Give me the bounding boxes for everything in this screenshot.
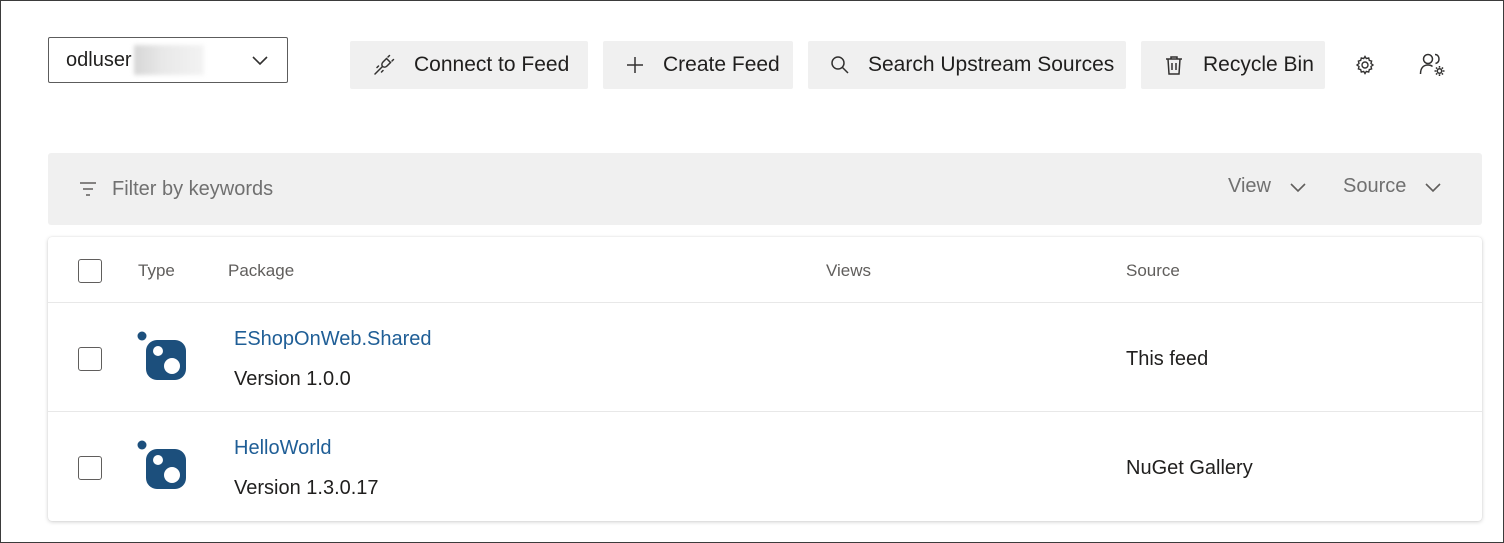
search-upstream-sources-button[interactable]: Search Upstream Sources xyxy=(808,41,1126,89)
column-header-package: Package xyxy=(228,261,295,280)
package-source: NuGet Gallery xyxy=(1126,457,1253,479)
column-header-source: Source xyxy=(1126,261,1180,280)
view-filter-dropdown[interactable]: View xyxy=(1228,175,1307,198)
filter-keywords-input[interactable] xyxy=(112,173,612,205)
package-version: Version 1.0.0 xyxy=(234,368,351,390)
recycle-bin-button[interactable]: Recycle Bin xyxy=(1141,41,1325,89)
search-upstream-sources-label: Search Upstream Sources xyxy=(868,53,1115,76)
feed-settings-button[interactable] xyxy=(1347,47,1383,83)
redacted-username xyxy=(133,45,204,75)
connect-to-feed-label: Connect to Feed xyxy=(414,53,570,76)
column-header-type: Type xyxy=(138,261,175,280)
chevron-down-icon xyxy=(1425,182,1441,192)
nuget-package-icon xyxy=(137,331,186,380)
user-settings-icon xyxy=(1419,53,1445,76)
package-name-link[interactable]: HelloWorld xyxy=(234,437,331,460)
source-filter-dropdown[interactable]: Source xyxy=(1343,175,1442,198)
plus-icon xyxy=(625,53,645,77)
chevron-down-icon xyxy=(252,56,268,66)
table-row[interactable]: HelloWorld Version 1.3.0.17 NuGet Galler… xyxy=(48,412,1482,521)
create-feed-button[interactable]: Create Feed xyxy=(603,41,793,89)
nuget-package-icon xyxy=(137,440,186,489)
plug-icon xyxy=(372,53,396,77)
trash-icon xyxy=(1163,53,1185,77)
feed-name: odluser xyxy=(66,48,132,71)
table-header: Type Package Views Source xyxy=(48,237,1482,303)
row-checkbox[interactable] xyxy=(78,347,102,371)
table-row[interactable]: EShopOnWeb.Shared Version 1.0.0 This fee… xyxy=(48,303,1482,412)
search-icon xyxy=(830,53,850,77)
filter-icon xyxy=(80,182,96,196)
gear-icon xyxy=(1355,55,1375,75)
select-all-checkbox[interactable] xyxy=(78,259,102,283)
connect-to-feed-button[interactable]: Connect to Feed xyxy=(350,41,588,89)
app-frame: odluser Connect to Feed Create Feed Sear… xyxy=(0,0,1504,543)
permissions-button[interactable] xyxy=(1415,47,1451,83)
filter-bar: View Source xyxy=(48,153,1482,225)
create-feed-label: Create Feed xyxy=(663,53,780,76)
package-source: This feed xyxy=(1126,348,1209,370)
recycle-bin-label: Recycle Bin xyxy=(1203,53,1314,76)
source-filter-label: Source xyxy=(1343,175,1407,197)
package-version: Version 1.3.0.17 xyxy=(234,477,379,499)
feed-selector-dropdown[interactable]: odluser xyxy=(48,37,288,83)
view-filter-label: View xyxy=(1228,175,1271,197)
chevron-down-icon xyxy=(1290,182,1306,192)
column-header-views: Views xyxy=(826,261,872,280)
package-name-link[interactable]: EShopOnWeb.Shared xyxy=(234,328,432,351)
packages-table: Type Package Views Source EShopOnWeb.Sha… xyxy=(48,237,1482,521)
row-checkbox[interactable] xyxy=(78,456,102,480)
